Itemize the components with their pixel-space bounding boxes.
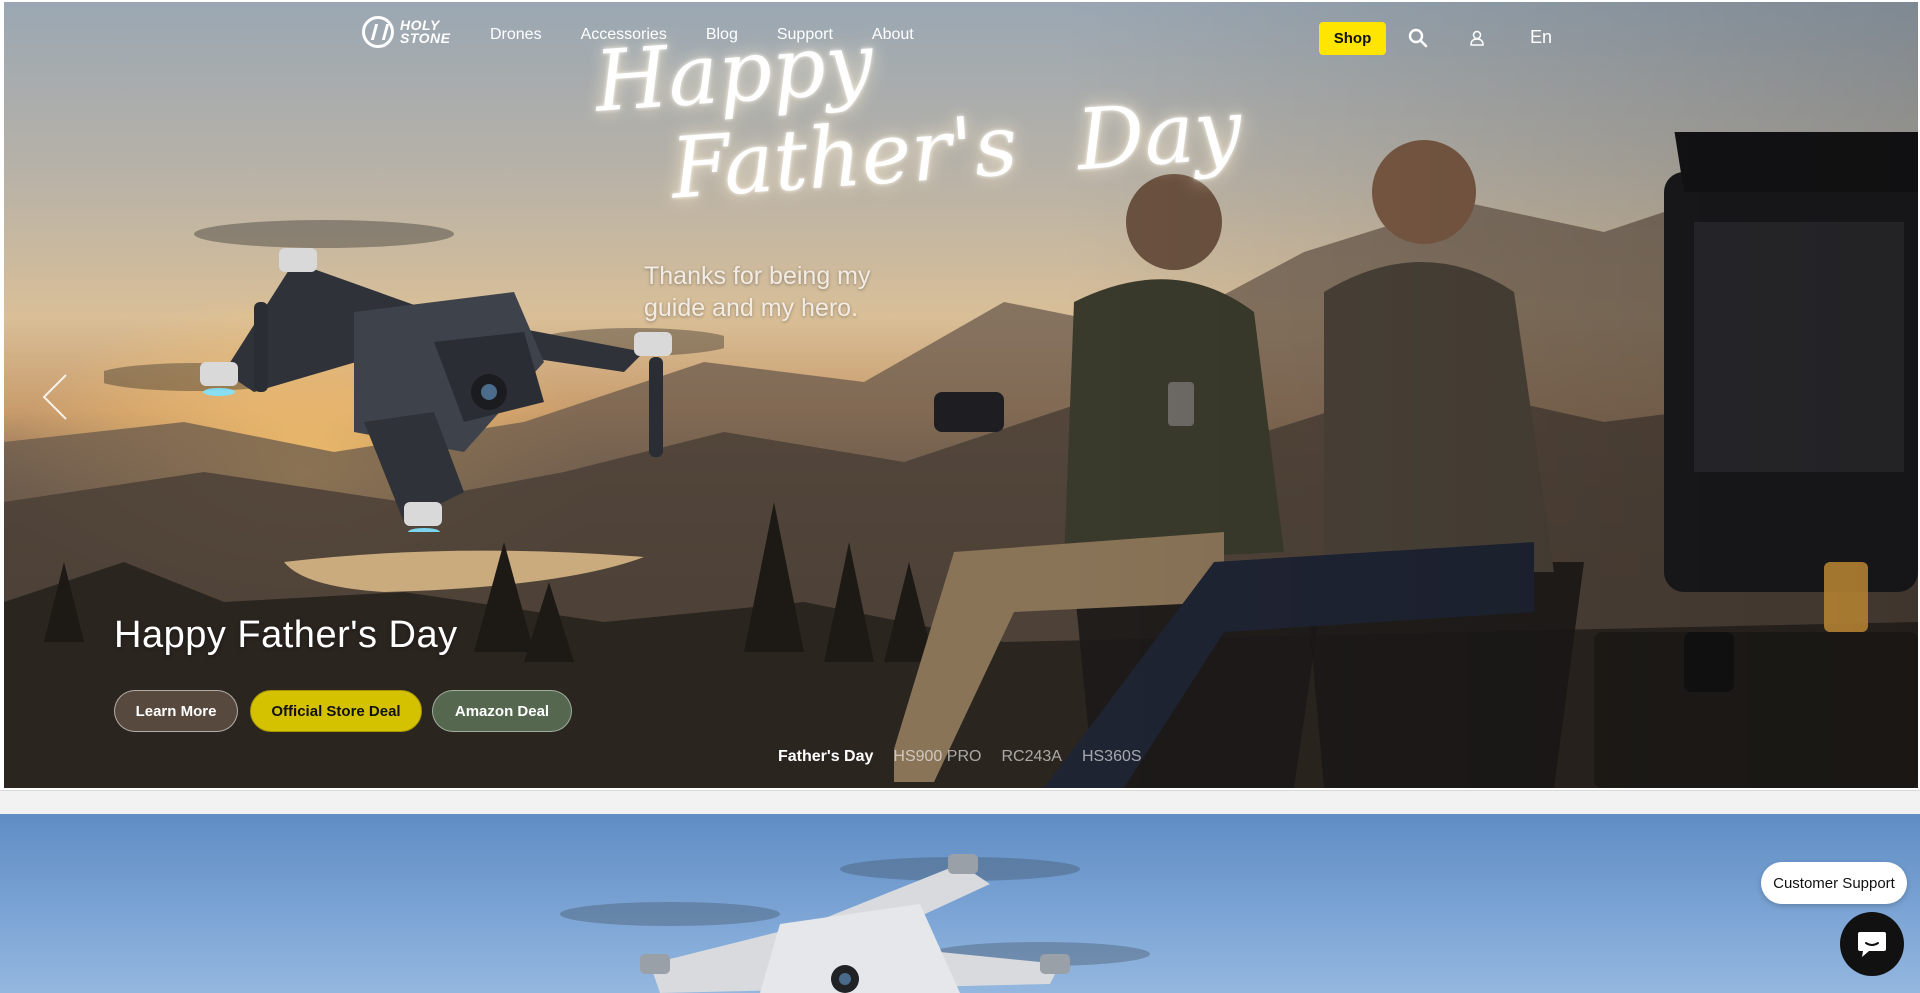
chat-button[interactable] — [1840, 912, 1904, 976]
slide-title: Happy Father's Day — [114, 614, 458, 656]
chat-bubble-icon — [1858, 932, 1886, 957]
slide-tab-hs360s[interactable]: HS360S — [1082, 748, 1142, 766]
logo-mark-icon — [362, 16, 394, 48]
nav-blog[interactable]: Blog — [706, 26, 738, 44]
product-banner — [0, 814, 1920, 993]
nav-drones[interactable]: Drones — [490, 26, 542, 44]
slide-tab-rc243a[interactable]: RC243A — [1001, 748, 1061, 766]
shop-button[interactable]: Shop — [1319, 22, 1386, 55]
user-account-icon[interactable] — [1467, 28, 1487, 48]
nav-about[interactable]: About — [872, 26, 914, 44]
brand-logo[interactable]: HOLY STONE — [362, 16, 450, 48]
hero-tagline: Thanks for being my guide and my hero. — [644, 262, 871, 322]
white-drone-image — [560, 854, 1150, 993]
script-word-day: Day — [1073, 80, 1245, 190]
main-nav: Drones Accessories Blog Support About — [490, 26, 953, 44]
logo-text-line2: STONE — [400, 30, 451, 46]
slide-tabs: Father's Day HS900 PRO RC243A HS360S — [778, 748, 1142, 766]
amazon-deal-button[interactable]: Amazon Deal — [432, 690, 572, 732]
carousel-prev-icon[interactable] — [40, 372, 72, 422]
site-header: HOLY STONE Drones Accessories Blog Suppo… — [4, 2, 1918, 72]
slide-tab-hs900-pro[interactable]: HS900 PRO — [893, 748, 981, 766]
language-selector[interactable]: En — [1530, 27, 1552, 48]
official-store-deal-button[interactable]: Official Store Deal — [250, 690, 422, 732]
slide-tab-fathers-day[interactable]: Father's Day — [778, 748, 873, 766]
logo-text: HOLY STONE — [400, 18, 451, 46]
search-icon[interactable] — [1408, 28, 1428, 48]
hero-carousel: Happy Father's Day Thanks for being my gu… — [4, 2, 1918, 788]
nav-accessories[interactable]: Accessories — [581, 26, 667, 44]
section-divider — [0, 790, 1920, 815]
customer-support-label[interactable]: Customer Support — [1761, 862, 1907, 904]
learn-more-button[interactable]: Learn More — [114, 690, 238, 732]
nav-support[interactable]: Support — [777, 26, 833, 44]
